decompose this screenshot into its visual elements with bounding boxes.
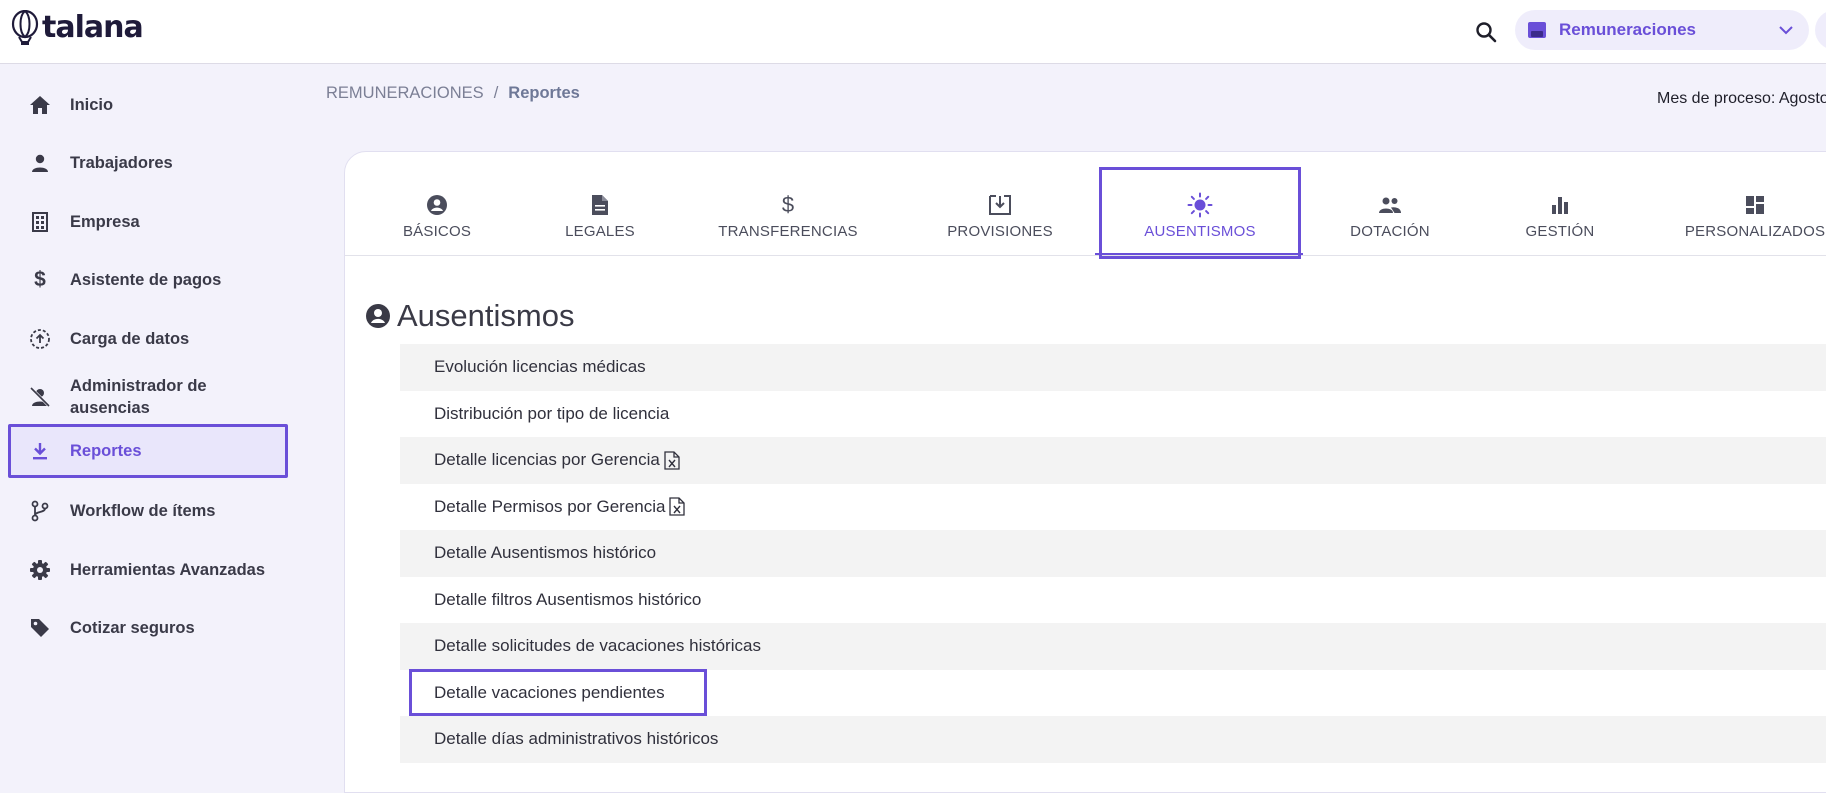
sidebar-item-label: Reportes bbox=[70, 442, 142, 460]
workflow-icon bbox=[28, 499, 52, 523]
report-link[interactable]: Distribución por tipo de licencia bbox=[400, 391, 1826, 438]
sidebar-item-carga-de-datos[interactable]: Carga de datos bbox=[10, 322, 286, 356]
module-label: Remuneraciones bbox=[1559, 20, 1696, 39]
sidebar-item-herramientas-avanzadas[interactable]: Herramientas Avanzadas bbox=[10, 553, 286, 587]
report-label: Detalle licencias por Gerencia bbox=[434, 450, 660, 470]
search-icon bbox=[1476, 22, 1497, 43]
sidebar-item-label: Administrador de ausencias bbox=[70, 377, 207, 417]
account-circle-icon bbox=[424, 192, 450, 218]
report-label: Detalle solicitudes de vacaciones histór… bbox=[434, 636, 761, 656]
sidebar-item-inicio[interactable]: Inicio bbox=[10, 88, 286, 122]
person-off-icon bbox=[28, 385, 52, 409]
sidebar-item-empresa[interactable]: Empresa bbox=[10, 205, 286, 239]
sidebar-item-label: Herramientas Avanzadas bbox=[70, 561, 266, 579]
talana-logo[interactable]: talana bbox=[10, 10, 144, 46]
section-title-text: Ausentismos bbox=[397, 298, 575, 333]
tab-transferencias[interactable]: $ TRANSFERENCIAS bbox=[713, 152, 863, 255]
tab-gestion[interactable]: GESTIÓN bbox=[1510, 152, 1610, 255]
top-bar: talana Remuneraciones bbox=[0, 0, 1826, 64]
sidebar-item-label: Carga de datos bbox=[70, 330, 190, 348]
report-list: Evolución licencias médicas Distribución… bbox=[400, 344, 1826, 763]
logo-text: talana bbox=[42, 10, 144, 45]
report-link[interactable]: Detalle filtros Ausentismos histórico bbox=[400, 577, 1826, 624]
download-icon bbox=[28, 439, 52, 463]
tab-personalizados[interactable]: PERSONALIZADOS bbox=[1675, 152, 1826, 255]
balloon-icon bbox=[11, 10, 39, 45]
breadcrumb-separator: / bbox=[493, 84, 499, 102]
dollar-icon: $ bbox=[34, 268, 46, 291]
tab-provisiones[interactable]: PROVISIONES bbox=[935, 152, 1065, 255]
dashboard-icon bbox=[1742, 192, 1768, 218]
sidebar-item-trabajadores[interactable]: Trabajadores bbox=[10, 146, 286, 180]
building-icon bbox=[28, 210, 52, 234]
report-link[interactable]: Detalle Permisos por Gerencia bbox=[400, 484, 1826, 531]
breadcrumb-current: Reportes bbox=[508, 84, 580, 102]
sun-icon bbox=[1187, 192, 1213, 218]
upload-circle-icon bbox=[28, 327, 52, 351]
reports-card: BÁSICOS LEGALES $ TRANSFERENCIAS PROVISI… bbox=[344, 151, 1826, 793]
user-menu-button[interactable] bbox=[1815, 10, 1826, 50]
report-link[interactable]: Evolución licencias médicas bbox=[400, 344, 1826, 391]
breadcrumb-root[interactable]: REMUNERACIONES bbox=[326, 84, 484, 103]
payroll-card-icon bbox=[1527, 20, 1547, 40]
download-box-icon bbox=[987, 192, 1013, 218]
sidebar-item-label: Asistente de pagos bbox=[70, 271, 222, 289]
people-icon bbox=[1377, 192, 1403, 218]
excel-file-icon[interactable] bbox=[664, 451, 680, 470]
account-circle-icon bbox=[365, 303, 391, 329]
report-label: Detalle vacaciones pendientes bbox=[434, 682, 665, 702]
sidebar-item-label: Trabajadores bbox=[70, 154, 173, 172]
sidebar-item-administrador-de-ausencias[interactable]: Administrador de ausencias bbox=[10, 371, 286, 423]
report-link-vacaciones-pendientes[interactable]: Detalle vacaciones pendientes bbox=[400, 668, 1826, 717]
tab-basicos[interactable]: BÁSICOS bbox=[377, 152, 497, 255]
active-tab-underline bbox=[1095, 253, 1303, 255]
tab-label: PROVISIONES bbox=[947, 223, 1053, 240]
tab-label: LEGALES bbox=[565, 223, 635, 240]
tag-icon bbox=[28, 616, 52, 640]
gear-icon bbox=[28, 558, 52, 582]
chevron-down-icon bbox=[1779, 25, 1793, 35]
report-tabs: BÁSICOS LEGALES $ TRANSFERENCIAS PROVISI… bbox=[345, 152, 1826, 259]
tab-label: PERSONALIZADOS bbox=[1684, 223, 1826, 240]
tab-ausentismos[interactable]: AUSENTISMOS bbox=[1099, 167, 1301, 259]
report-label: Distribución por tipo de licencia bbox=[434, 403, 670, 423]
tab-legales[interactable]: LEGALES bbox=[545, 152, 655, 255]
report-label: Detalle Permisos por Gerencia bbox=[434, 496, 666, 516]
tab-label: GESTIÓN bbox=[1525, 223, 1595, 240]
person-icon bbox=[28, 151, 52, 175]
report-link[interactable]: Detalle licencias por Gerencia bbox=[400, 437, 1826, 484]
report-label: Detalle días administrativos históricos bbox=[434, 729, 719, 749]
home-icon bbox=[28, 93, 52, 117]
report-link[interactable]: Detalle solicitudes de vacaciones histór… bbox=[400, 623, 1826, 670]
dollar-icon: $ bbox=[781, 192, 795, 217]
breadcrumb: REMUNERACIONES / Reportes bbox=[326, 84, 580, 103]
section-title: Ausentismos bbox=[365, 298, 574, 334]
tab-label: BÁSICOS bbox=[402, 223, 472, 240]
sidebar-item-asistente-de-pagos[interactable]: $ Asistente de pagos bbox=[10, 263, 286, 297]
report-label: Evolución licencias médicas bbox=[434, 357, 646, 377]
sidebar-item-label: Empresa bbox=[70, 213, 140, 231]
excel-file-icon[interactable] bbox=[669, 497, 686, 516]
search-button[interactable] bbox=[1471, 17, 1501, 47]
report-link[interactable]: Detalle Ausentismos histórico bbox=[400, 530, 1826, 577]
sidebar-item-cotizar-seguros[interactable]: Cotizar seguros bbox=[10, 611, 286, 645]
process-month: Mes de proceso: Agosto bbox=[1657, 90, 1826, 107]
sidebar-item-label: Cotizar seguros bbox=[70, 619, 195, 637]
tab-dotacion[interactable]: DOTACIÓN bbox=[1335, 152, 1445, 255]
tab-label: TRANSFERENCIAS bbox=[718, 223, 858, 240]
module-selector[interactable]: Remuneraciones bbox=[1515, 10, 1809, 50]
document-icon bbox=[587, 192, 613, 218]
bar-chart-icon bbox=[1547, 192, 1573, 218]
sidebar-item-workflow-de-items[interactable]: Workflow de ítems bbox=[10, 494, 286, 528]
sidebar-item-label: Inicio bbox=[70, 96, 114, 114]
sidebar-item-label: Workflow de ítems bbox=[70, 502, 216, 520]
sidebar: Inicio Trabajadores Empresa $ Asistente … bbox=[0, 64, 344, 766]
report-label: Detalle Ausentismos histórico bbox=[434, 543, 657, 563]
report-label: Detalle filtros Ausentismos histórico bbox=[434, 589, 702, 609]
tab-label: DOTACIÓN bbox=[1350, 223, 1430, 240]
report-link[interactable]: Detalle días administrativos históricos bbox=[400, 716, 1826, 763]
tab-label: AUSENTISMOS bbox=[1144, 223, 1256, 240]
sidebar-item-reportes[interactable]: Reportes bbox=[8, 424, 288, 478]
